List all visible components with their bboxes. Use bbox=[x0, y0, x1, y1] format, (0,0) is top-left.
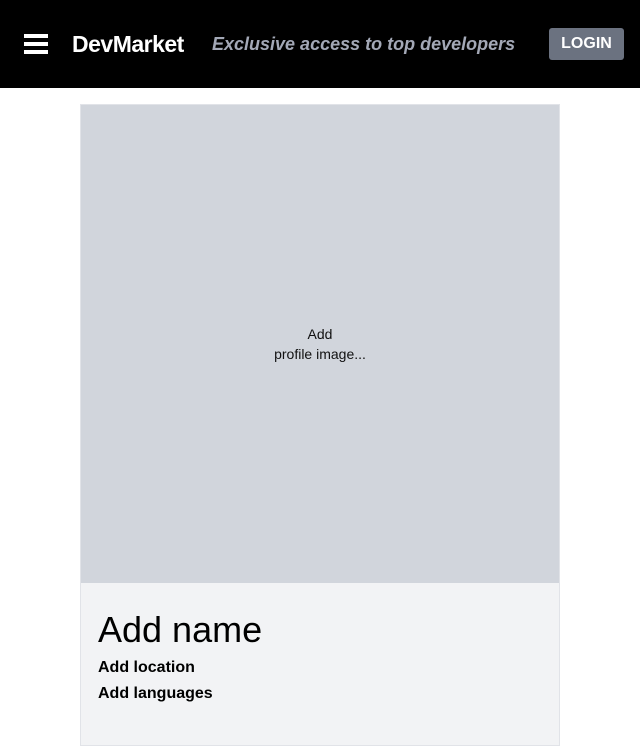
image-prompt-line1: Add bbox=[307, 326, 333, 342]
menu-bar-middle bbox=[24, 42, 48, 46]
profile-location-field[interactable]: Add location bbox=[98, 658, 195, 678]
hamburger-menu-icon[interactable] bbox=[24, 34, 48, 54]
profile-image-prompt: Add profile image... bbox=[274, 324, 366, 364]
site-tagline: Exclusive access to top developers bbox=[212, 34, 516, 54]
top-header: DevMarket Exclusive access to top develo… bbox=[0, 0, 640, 88]
login-button[interactable]: LOGIN bbox=[549, 28, 624, 60]
profile-name-field[interactable]: Add name bbox=[98, 609, 262, 651]
menu-bar-top bbox=[24, 34, 48, 38]
profile-card: Add profile image... Add name Add locati… bbox=[80, 104, 560, 746]
profile-languages-field[interactable]: Add languages bbox=[98, 684, 213, 704]
site-logo[interactable]: DevMarket bbox=[72, 30, 184, 58]
menu-bar-bottom bbox=[24, 50, 48, 54]
image-prompt-line2: profile image... bbox=[274, 346, 366, 362]
profile-image-upload[interactable]: Add profile image... bbox=[81, 105, 559, 583]
